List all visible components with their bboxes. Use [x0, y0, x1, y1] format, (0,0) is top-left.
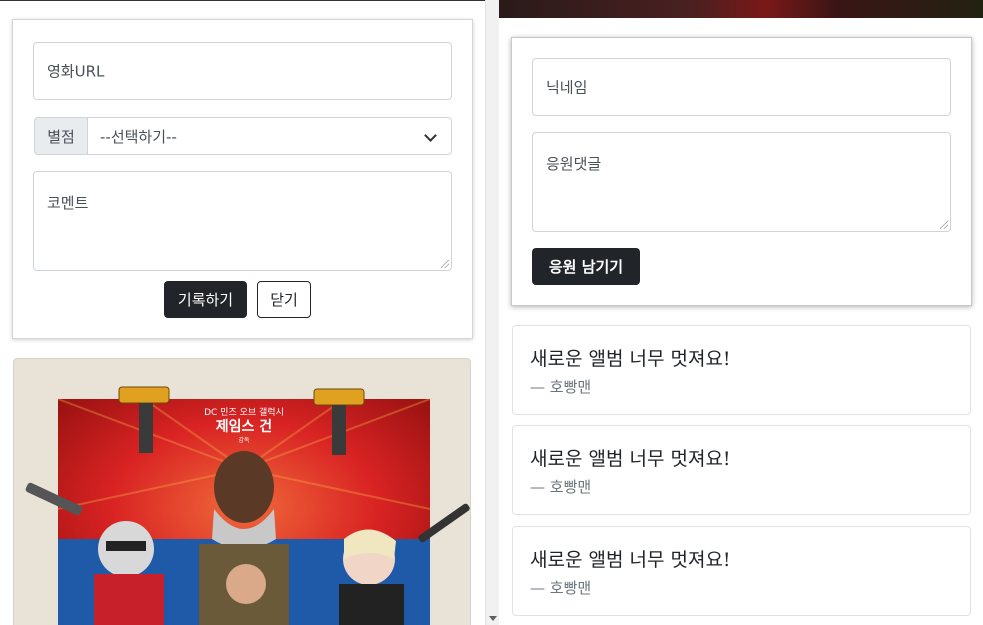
- resize-grip-icon[interactable]: [441, 260, 449, 268]
- hero-image-strip: [499, 0, 983, 18]
- comment-message: 새로운 앨범 너무 멋져요!: [530, 448, 731, 470]
- movie-url-input[interactable]: 영화URL: [33, 42, 452, 100]
- comment-textarea[interactable]: 코멘트: [33, 171, 452, 271]
- poster-title: 제임스 건: [216, 418, 272, 435]
- comment-card: 새로운 앨범 너무 멋져요! — 호빵맨: [512, 425, 971, 515]
- comment-message: 새로운 앨범 너무 멋져요!: [530, 348, 731, 370]
- nickname-input[interactable]: 닉네임: [532, 58, 951, 116]
- comment-placeholder: 코멘트: [47, 194, 89, 212]
- record-button[interactable]: 기록하기: [164, 281, 247, 318]
- left-scrollbar[interactable]: [485, 0, 499, 625]
- comment-card: 새로운 앨범 너무 멋져요! — 호빵맨: [512, 526, 971, 616]
- comment-author: — 호빵맨: [530, 478, 592, 496]
- close-button[interactable]: 닫기: [257, 281, 311, 318]
- movie-poster-image: DC 민즈 오브 갤럭시 제임스 건 감독: [13, 358, 471, 625]
- movie-record-form: 영화URL 별점 --선택하기-- 코멘트 기록하기 닫기: [12, 19, 473, 339]
- rating-label: 별점: [34, 117, 88, 155]
- comment-card: 새로운 앨범 너무 멋져요! — 호빵맨: [512, 325, 971, 415]
- left-pane: 영화URL 별점 --선택하기-- 코멘트 기록하기 닫기 DC 민즈 오브 갤…: [0, 0, 485, 625]
- poster-credit: 감독: [238, 437, 250, 444]
- comment-message: 새로운 앨범 너무 멋져요!: [530, 549, 731, 571]
- right-pane: 닉네임 응원댓글 응원 남기기 새로운 앨범 너무 멋져요! — 호빵맨 새로운…: [499, 0, 983, 625]
- rating-select-group: 별점 --선택하기--: [34, 117, 452, 155]
- cheer-comment-textarea[interactable]: 응원댓글: [532, 132, 951, 232]
- rating-select[interactable]: --선택하기--: [87, 117, 452, 155]
- scroll-down-arrow-icon[interactable]: [489, 616, 497, 621]
- cheer-submit-button[interactable]: 응원 남기기: [532, 248, 640, 285]
- nickname-placeholder: 닉네임: [546, 78, 588, 97]
- rating-selected-value: --선택하기--: [100, 127, 177, 146]
- cheer-form: 닉네임 응원댓글 응원 남기기: [511, 37, 972, 306]
- comment-author: — 호빵맨: [530, 378, 592, 396]
- chevron-down-icon: [424, 129, 437, 142]
- cheer-comment-placeholder: 응원댓글: [546, 155, 602, 173]
- comment-author: — 호빵맨: [530, 579, 592, 597]
- poster-subtitle: DC 민즈 오브 갤럭시: [204, 406, 284, 418]
- resize-grip-icon[interactable]: [940, 221, 948, 229]
- movie-url-placeholder: 영화URL: [47, 62, 105, 81]
